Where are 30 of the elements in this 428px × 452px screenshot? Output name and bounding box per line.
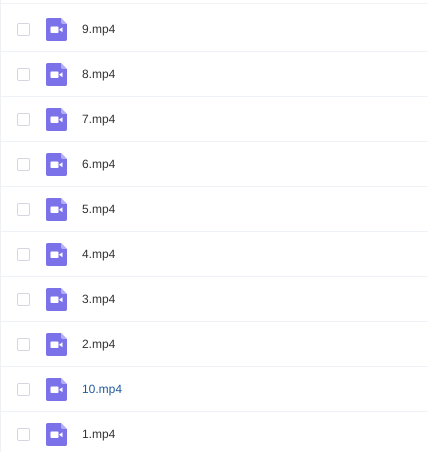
checkbox[interactable] — [17, 248, 30, 260]
video-file-icon — [46, 378, 67, 400]
video-file-icon — [46, 332, 67, 356]
file-name[interactable]: 4.mp4 — [82, 247, 116, 261]
checkbox[interactable] — [17, 22, 30, 36]
checkbox[interactable] — [17, 68, 30, 80]
checkbox[interactable] — [17, 382, 30, 396]
file-name[interactable]: 9.mp4 — [82, 22, 116, 36]
checkbox[interactable] — [17, 112, 30, 126]
file-name[interactable]: 7.mp4 — [82, 112, 116, 126]
checkbox[interactable] — [17, 338, 30, 350]
checkbox[interactable] — [17, 292, 30, 306]
video-file-icon — [46, 422, 67, 446]
video-file-icon — [46, 62, 67, 86]
file-name[interactable]: 8.mp4 — [82, 67, 116, 81]
video-file-icon — [46, 108, 67, 130]
file-name[interactable]: 2.mp4 — [82, 337, 116, 351]
video-file-icon — [46, 198, 67, 220]
video-file-icon — [46, 288, 67, 310]
file-name[interactable]: 1.mp4 — [82, 427, 116, 441]
checkbox[interactable] — [17, 428, 30, 440]
file-name[interactable]: 10.mp4 — [82, 382, 122, 396]
file-name[interactable]: 3.mp4 — [82, 292, 116, 306]
checkbox[interactable] — [17, 158, 30, 170]
file-name[interactable]: 6.mp4 — [82, 157, 116, 171]
video-file-icon — [46, 18, 67, 40]
video-file-icon — [46, 152, 67, 176]
video-file-icon — [46, 242, 67, 266]
file-name[interactable]: 5.mp4 — [82, 202, 116, 216]
checkbox[interactable] — [17, 202, 30, 216]
